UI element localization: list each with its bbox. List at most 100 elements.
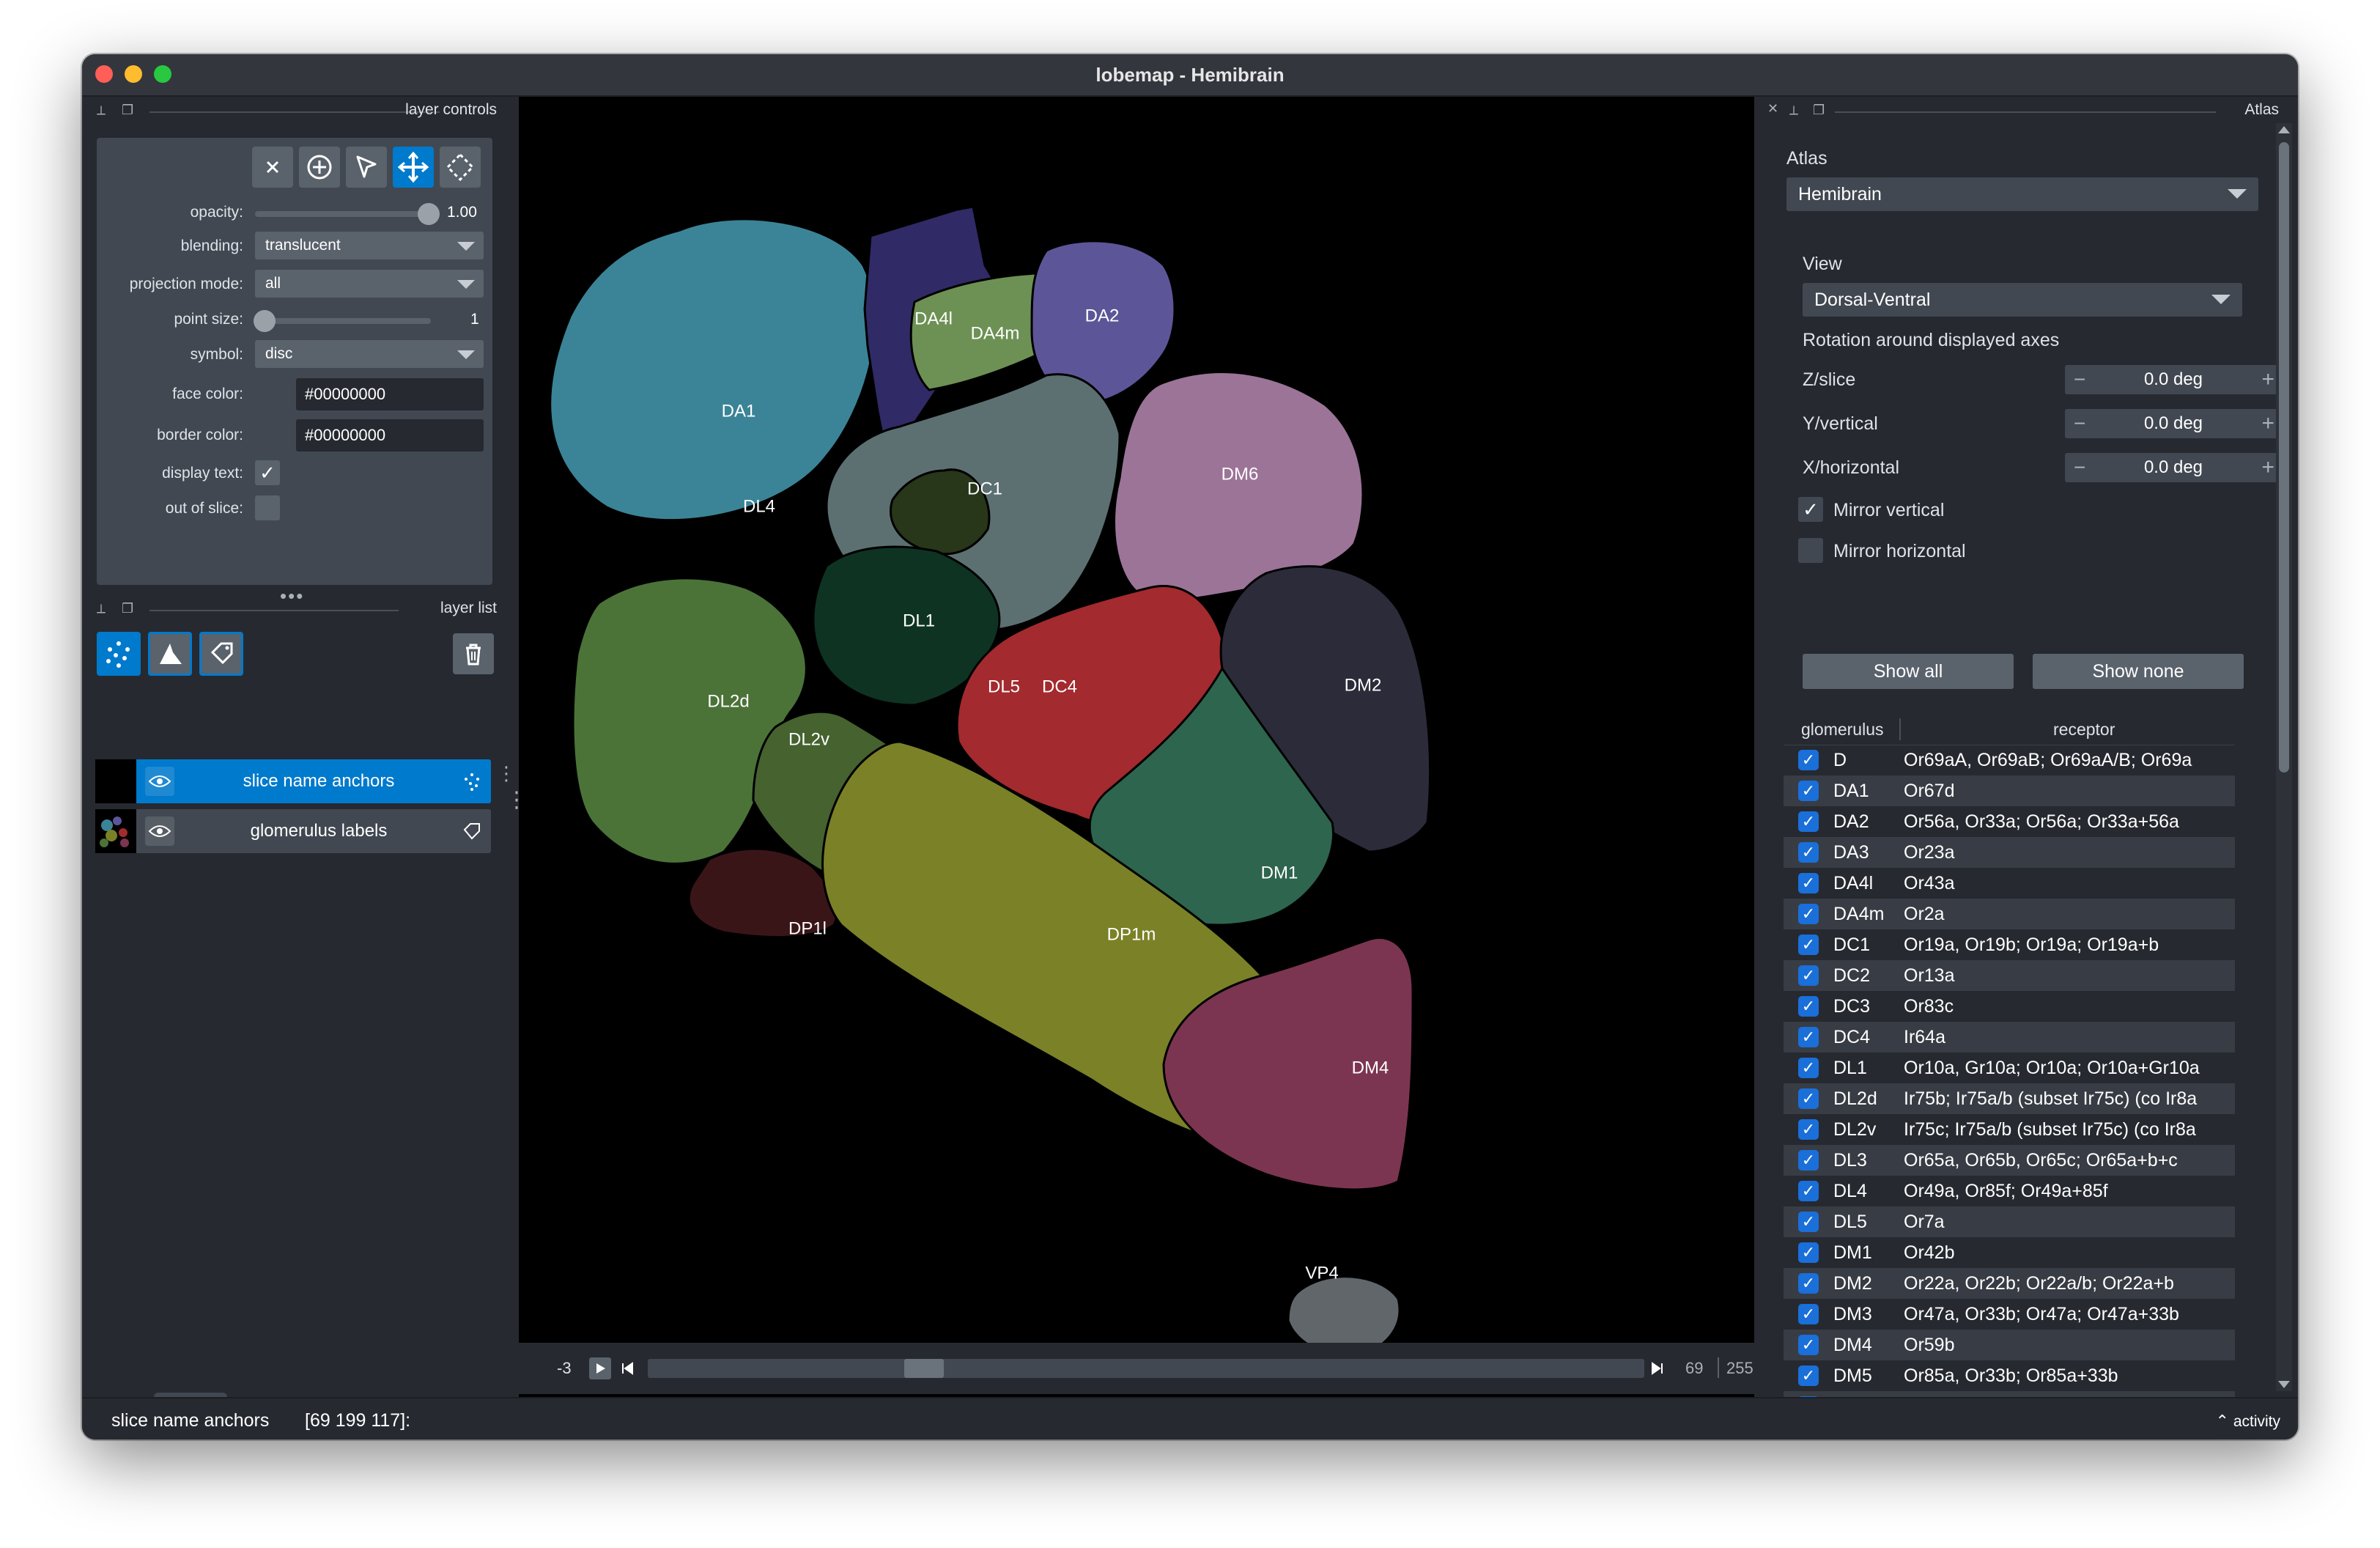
table-row[interactable]: ✓ DA2 Or56a, Or33a; Or56a; Or33a+56a (1784, 806, 2235, 837)
y-rotation-spinbox[interactable]: − 0.0 deg + (2065, 409, 2282, 438)
row-visibility-checkbox[interactable]: ✓ (1798, 750, 1819, 770)
undock-icon[interactable]: ❐ (1813, 103, 1825, 118)
visibility-toggle[interactable] (145, 767, 174, 796)
row-visibility-checkbox[interactable]: ✓ (1798, 1119, 1819, 1140)
show-none-button[interactable]: Show none (2033, 654, 2244, 689)
delete-layer-button[interactable] (453, 633, 494, 674)
scroll-down-arrow[interactable] (2278, 1381, 2290, 1388)
activity-button[interactable]: ⌃ activity (2216, 1412, 2280, 1431)
row-visibility-checkbox[interactable]: ✓ (1798, 811, 1819, 832)
row-visibility-checkbox[interactable]: ✓ (1798, 842, 1819, 863)
row-visibility-checkbox[interactable]: ✓ (1798, 965, 1819, 986)
visibility-toggle[interactable] (145, 817, 174, 846)
play-button[interactable] (589, 1357, 611, 1379)
splitter-handle[interactable]: ••• (280, 585, 304, 608)
blending-select[interactable]: translucent (255, 232, 484, 259)
atlas-select[interactable]: Hemibrain (1786, 177, 2258, 211)
row-visibility-checkbox[interactable]: ✓ (1798, 1027, 1819, 1047)
row-visibility-checkbox[interactable]: ✓ (1798, 1058, 1819, 1078)
select-points-button[interactable] (346, 147, 387, 188)
table-row[interactable]: ✓ DC1 Or19a, Or19b; Or19a; Or19a+b (1784, 929, 2235, 960)
border-color-input[interactable]: #00000000 (296, 419, 484, 452)
row-visibility-checkbox[interactable]: ✓ (1798, 1088, 1819, 1109)
increment-button[interactable]: + (2261, 365, 2274, 394)
undock-icon[interactable]: ❐ (122, 103, 133, 118)
row-visibility-checkbox[interactable]: ✓ (1798, 996, 1819, 1017)
out-of-slice-checkbox[interactable] (255, 495, 280, 520)
dims-current-value[interactable]: 69 (1685, 1359, 1703, 1378)
x-rotation-spinbox[interactable]: − 0.0 deg + (2065, 453, 2282, 482)
table-row[interactable]: ✓ DL1 Or10a, Gr10a; Or10a; Or10a+Gr10a (1784, 1053, 2235, 1083)
opacity-slider[interactable] (255, 211, 431, 217)
mirror-horizontal-checkbox[interactable] (1798, 538, 1823, 563)
table-row[interactable]: ✓ DM2 Or22a, Or22b; Or22a/b; Or22a+b (1784, 1268, 2235, 1299)
new-shapes-layer-button[interactable] (148, 632, 192, 676)
pan-zoom-button[interactable] (393, 147, 434, 188)
table-row[interactable]: ✓ DA4l Or43a (1784, 868, 2235, 899)
layer-drag-handle[interactable]: ⋮ (497, 764, 516, 783)
z-rotation-spinbox[interactable]: − 0.0 deg + (2065, 365, 2282, 394)
row-visibility-checkbox[interactable]: ✓ (1798, 873, 1819, 893)
table-row[interactable]: ✓ DM1 Or42b (1784, 1237, 2235, 1268)
table-row[interactable]: ✓ DC3 Or83c (1784, 991, 2235, 1022)
dims-slider[interactable] (648, 1359, 1644, 1378)
view-select[interactable]: Dorsal-Ventral (1803, 283, 2242, 317)
point-size-slider[interactable] (255, 318, 431, 324)
glomerulus-column-header[interactable]: glomerulus (1801, 714, 1884, 745)
step-forward-button[interactable] (1649, 1357, 1666, 1379)
close-icon[interactable]: ✕ (1767, 101, 1778, 117)
dims-slider-handle[interactable] (904, 1359, 944, 1378)
row-visibility-checkbox[interactable]: ✓ (1798, 1150, 1819, 1171)
projection-mode-select[interactable]: all (255, 270, 484, 298)
mirror-vertical-checkbox[interactable]: ✓ (1798, 497, 1823, 522)
layer-row-slice-name-anchors[interactable]: slice name anchors (95, 759, 491, 803)
row-visibility-checkbox[interactable]: ✓ (1798, 1304, 1819, 1324)
new-points-layer-button[interactable] (97, 632, 141, 676)
row-visibility-checkbox[interactable]: ✓ (1798, 781, 1819, 801)
table-row[interactable]: ✓ DM4 Or59b (1784, 1330, 2235, 1360)
table-row[interactable]: ✓ DL3 Or65a, Or65b, Or65c; Or65a+b+c (1784, 1145, 2235, 1176)
point-size-slider-handle[interactable] (254, 310, 276, 332)
float-icon[interactable]: ⟂ (97, 103, 106, 118)
row-visibility-checkbox[interactable]: ✓ (1798, 1365, 1819, 1386)
row-visibility-checkbox[interactable]: ✓ (1798, 904, 1819, 924)
new-labels-layer-button[interactable] (199, 632, 243, 676)
table-row[interactable]: ✓ DC2 Or13a (1784, 960, 2235, 991)
table-row[interactable]: ✓ DM5 Or85a, Or33b; Or85a+33b (1784, 1360, 2235, 1391)
table-row[interactable]: ✓ DA1 Or67d (1784, 775, 2235, 806)
symbol-select[interactable]: disc (255, 340, 484, 368)
row-visibility-checkbox[interactable]: ✓ (1798, 1212, 1819, 1232)
table-scrollbar[interactable] (2276, 123, 2292, 1391)
table-row[interactable]: ✓ DA4m Or2a (1784, 899, 2235, 929)
row-visibility-checkbox[interactable]: ✓ (1798, 935, 1819, 955)
increment-button[interactable]: + (2261, 453, 2274, 482)
display-text-checkbox[interactable]: ✓ (255, 460, 280, 485)
step-back-button[interactable] (618, 1357, 636, 1379)
table-row[interactable]: ✓ DL4 Or49a, Or85f; Or49a+85f (1784, 1176, 2235, 1206)
scrollbar-thumb[interactable] (2279, 142, 2289, 773)
undock-icon[interactable]: ❐ (122, 601, 133, 616)
row-visibility-checkbox[interactable]: ✓ (1798, 1335, 1819, 1355)
row-visibility-checkbox[interactable]: ✓ (1798, 1242, 1819, 1263)
delete-selected-points-button[interactable] (252, 147, 293, 188)
float-icon[interactable]: ⟂ (97, 601, 106, 616)
face-color-input[interactable]: #00000000 (296, 378, 484, 410)
transform-button[interactable] (440, 147, 481, 188)
table-row[interactable]: ✓ DL2d Ir75b; Ir75a/b (subset Ir75c) (co I… (1784, 1083, 2235, 1114)
show-all-button[interactable]: Show all (1803, 654, 2014, 689)
increment-button[interactable]: + (2261, 409, 2274, 438)
viewer-canvas[interactable]: DA1 DA4l DA4m DA2 DC1 DM6 DL4 DL1 DL2d D… (519, 97, 1754, 1397)
row-visibility-checkbox[interactable]: ✓ (1798, 1273, 1819, 1294)
table-row[interactable]: ✓ DL5 Or7a (1784, 1206, 2235, 1237)
row-visibility-checkbox[interactable]: ✓ (1798, 1181, 1819, 1201)
table-row[interactable]: ✓ DM3 Or47a, Or33b; Or47a; Or47a+33b (1784, 1299, 2235, 1330)
left-splitter-handle[interactable]: ⋮ (506, 787, 528, 813)
receptor-column-header[interactable]: receptor (2053, 714, 2115, 745)
add-points-button[interactable] (299, 147, 340, 188)
table-row[interactable]: ✓ D Or69aA, Or69aB; Or69aA/B; Or69a (1784, 745, 2235, 775)
table-row[interactable]: ✓ DA3 Or23a (1784, 837, 2235, 868)
table-row[interactable]: ✓ DL2v Ir75c; Ir75a/b (subset Ir75c) (co I… (1784, 1114, 2235, 1145)
opacity-slider-handle[interactable] (418, 203, 440, 225)
layer-row-glomerulus-labels[interactable]: glomerulus labels (95, 809, 491, 853)
table-row[interactable]: ✓ DC4 Ir64a (1784, 1022, 2235, 1053)
